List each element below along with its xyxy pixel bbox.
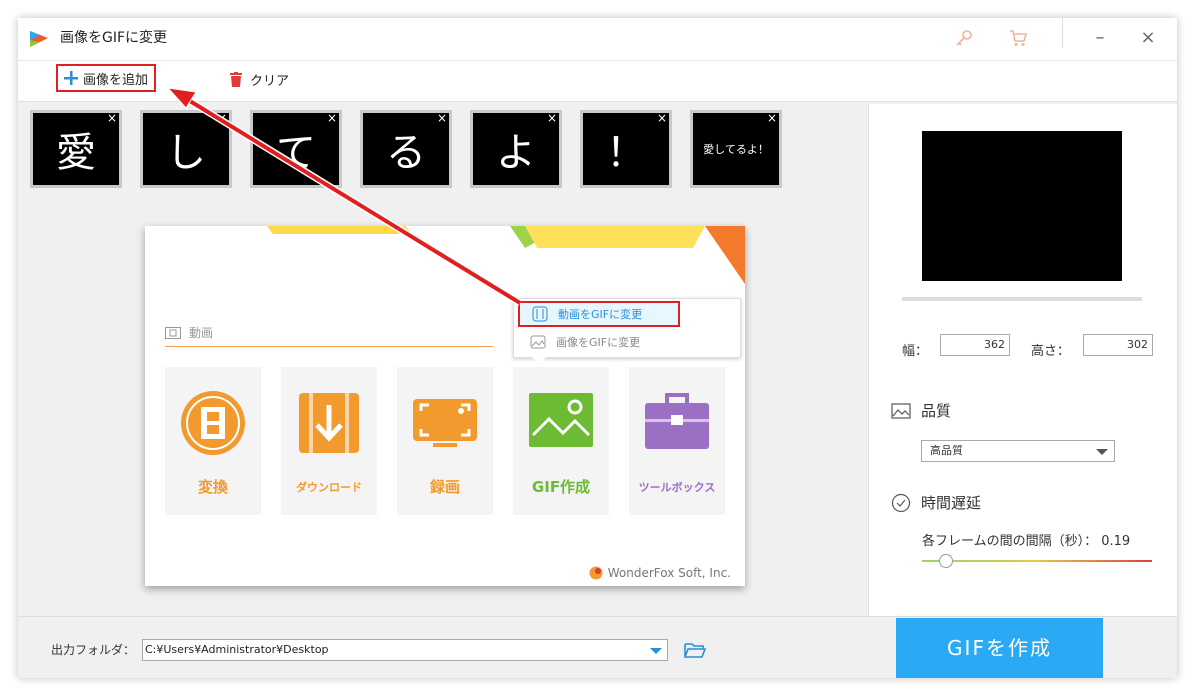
bottom-bar: 出力フォルダ： C:¥Users¥Administrator¥Desktop G… (18, 616, 1177, 678)
quality-select[interactable]: 高品質 (921, 440, 1115, 462)
video-to-gif-label: 動画をGIFに変更 (558, 308, 643, 321)
clear-label: クリア (250, 73, 290, 89)
tile-record[interactable]: 録画 (397, 367, 493, 515)
key-icon[interactable] (954, 28, 974, 48)
clear-button[interactable]: クリア (230, 66, 289, 92)
preview-progress-bar[interactable] (902, 297, 1142, 301)
remove-icon[interactable]: × (767, 111, 777, 125)
tutorial-screenshot: 動画 動画をGIFに変更 画像をGIFに変更 変換 ダウンロード 録画 GIF作… (145, 226, 745, 586)
gif-menu-popup: 動画をGIFに変更 画像をGIFに変更 (513, 298, 741, 358)
thumbnail-item[interactable]: て × (250, 110, 342, 188)
image-gif-icon (530, 335, 546, 349)
clock-icon (891, 493, 911, 512)
remove-icon[interactable]: × (657, 111, 667, 125)
output-folder-path: C:¥Users¥Administrator¥Desktop (145, 643, 329, 656)
gif-image-icon (529, 393, 593, 447)
quality-select-value: 高品質 (930, 444, 963, 457)
delay-heading-text: 時間遅延 (921, 494, 982, 512)
gif-preview (922, 131, 1122, 281)
chevron-down-icon[interactable] (650, 648, 662, 654)
title-bar: 画像をGIFに変更 – × (18, 18, 1177, 60)
window-title: 画像をGIFに変更 (60, 30, 168, 46)
tile-record-label: 録画 (429, 478, 460, 496)
image-to-gif-item[interactable]: 画像をGIFに変更 (518, 329, 740, 355)
minimize-button[interactable]: – (1088, 27, 1112, 51)
popup-tail (531, 356, 547, 364)
thumbnail-item[interactable]: よ × (470, 110, 562, 188)
tile-toolbox[interactable]: ツールボックス (629, 367, 725, 515)
remove-icon[interactable]: × (217, 111, 227, 125)
decorative-banner (267, 226, 745, 284)
record-icon (413, 399, 477, 447)
thumbnail-item[interactable]: し × (140, 110, 232, 188)
chevron-down-icon (1096, 449, 1108, 455)
thumbnail-item[interactable]: 愛してるよ！ × (690, 110, 782, 188)
width-input[interactable]: 362 (940, 334, 1010, 356)
trash-icon (230, 71, 242, 87)
brand-text: WonderFox Soft, Inc. (607, 566, 731, 580)
toolbox-icon (645, 393, 709, 449)
section-label: 動画 (165, 324, 213, 341)
remove-icon[interactable]: × (107, 111, 117, 125)
section-divider (165, 346, 493, 347)
thumbnail-item[interactable]: 愛 × (30, 110, 122, 188)
app-logo-icon (30, 31, 48, 47)
width-label: 幅： (902, 344, 929, 359)
folder-open-icon[interactable] (684, 641, 706, 659)
tile-gif-create-label: GIF作成 (531, 478, 591, 496)
interval-slider-handle[interactable] (939, 554, 953, 568)
convert-icon (181, 391, 245, 455)
delay-heading: 時間遅延 (891, 492, 981, 513)
cart-icon[interactable] (1008, 28, 1028, 48)
tile-toolbox-label: ツールボックス (638, 481, 716, 494)
quality-heading-text: 品質 (921, 402, 952, 420)
tile-download[interactable]: ダウンロード (281, 367, 377, 515)
add-image-label: 画像を追加 (83, 72, 149, 88)
remove-icon[interactable]: × (327, 111, 337, 125)
app-window: 画像をGIFに変更 – × 画像を追加 クリア 愛 × し × て × る × … (18, 18, 1177, 678)
film-icon (165, 326, 181, 339)
section-title: 動画 (189, 326, 214, 340)
image-to-gif-label: 画像をGIFに変更 (556, 336, 641, 349)
thumbnail-item[interactable]: ！ × (580, 110, 672, 188)
close-button[interactable]: × (1136, 27, 1160, 51)
height-label: 高さ： (1031, 344, 1071, 359)
thumbnail-item[interactable]: る × (360, 110, 452, 188)
output-folder-input[interactable]: C:¥Users¥Administrator¥Desktop (142, 639, 668, 661)
interval-label: 各フレームの間の間隔（秒）： 0.19 (922, 534, 1131, 549)
create-gif-button[interactable]: GIFを作成 (896, 618, 1103, 678)
title-separator (1062, 18, 1063, 48)
remove-icon[interactable]: × (547, 111, 557, 125)
add-image-button[interactable]: 画像を追加 (56, 64, 157, 92)
tile-convert-label: 変換 (197, 478, 228, 496)
toolbar: 画像を追加 クリア (18, 60, 1177, 102)
quality-image-icon (891, 402, 911, 419)
remove-icon[interactable]: × (437, 111, 447, 125)
video-to-gif-item[interactable]: 動画をGIFに変更 (518, 301, 680, 327)
brand-footer: WonderFox Soft, Inc. (589, 566, 731, 580)
plus-icon (64, 71, 78, 85)
download-icon (299, 393, 359, 453)
tile-gif-create[interactable]: GIF作成 (513, 367, 609, 515)
image-work-area: 愛 × し × て × る × よ × ！ × 愛してるよ！ × 動画 動画をG… (18, 102, 866, 616)
settings-panel: 幅： 362 高さ： 302 品質 高品質 時間遅延 各フレームの間の間隔（秒）… (868, 104, 1177, 616)
height-input[interactable]: 302 (1083, 334, 1153, 356)
wonderfox-logo-icon (589, 566, 603, 580)
interval-slider-track[interactable] (922, 560, 1152, 562)
tile-convert[interactable]: 変換 (165, 367, 261, 515)
quality-heading: 品質 (891, 400, 951, 421)
tile-download-label: ダウンロード (296, 481, 362, 494)
output-folder-label: 出力フォルダ： (51, 643, 136, 657)
video-gif-icon (532, 306, 548, 322)
